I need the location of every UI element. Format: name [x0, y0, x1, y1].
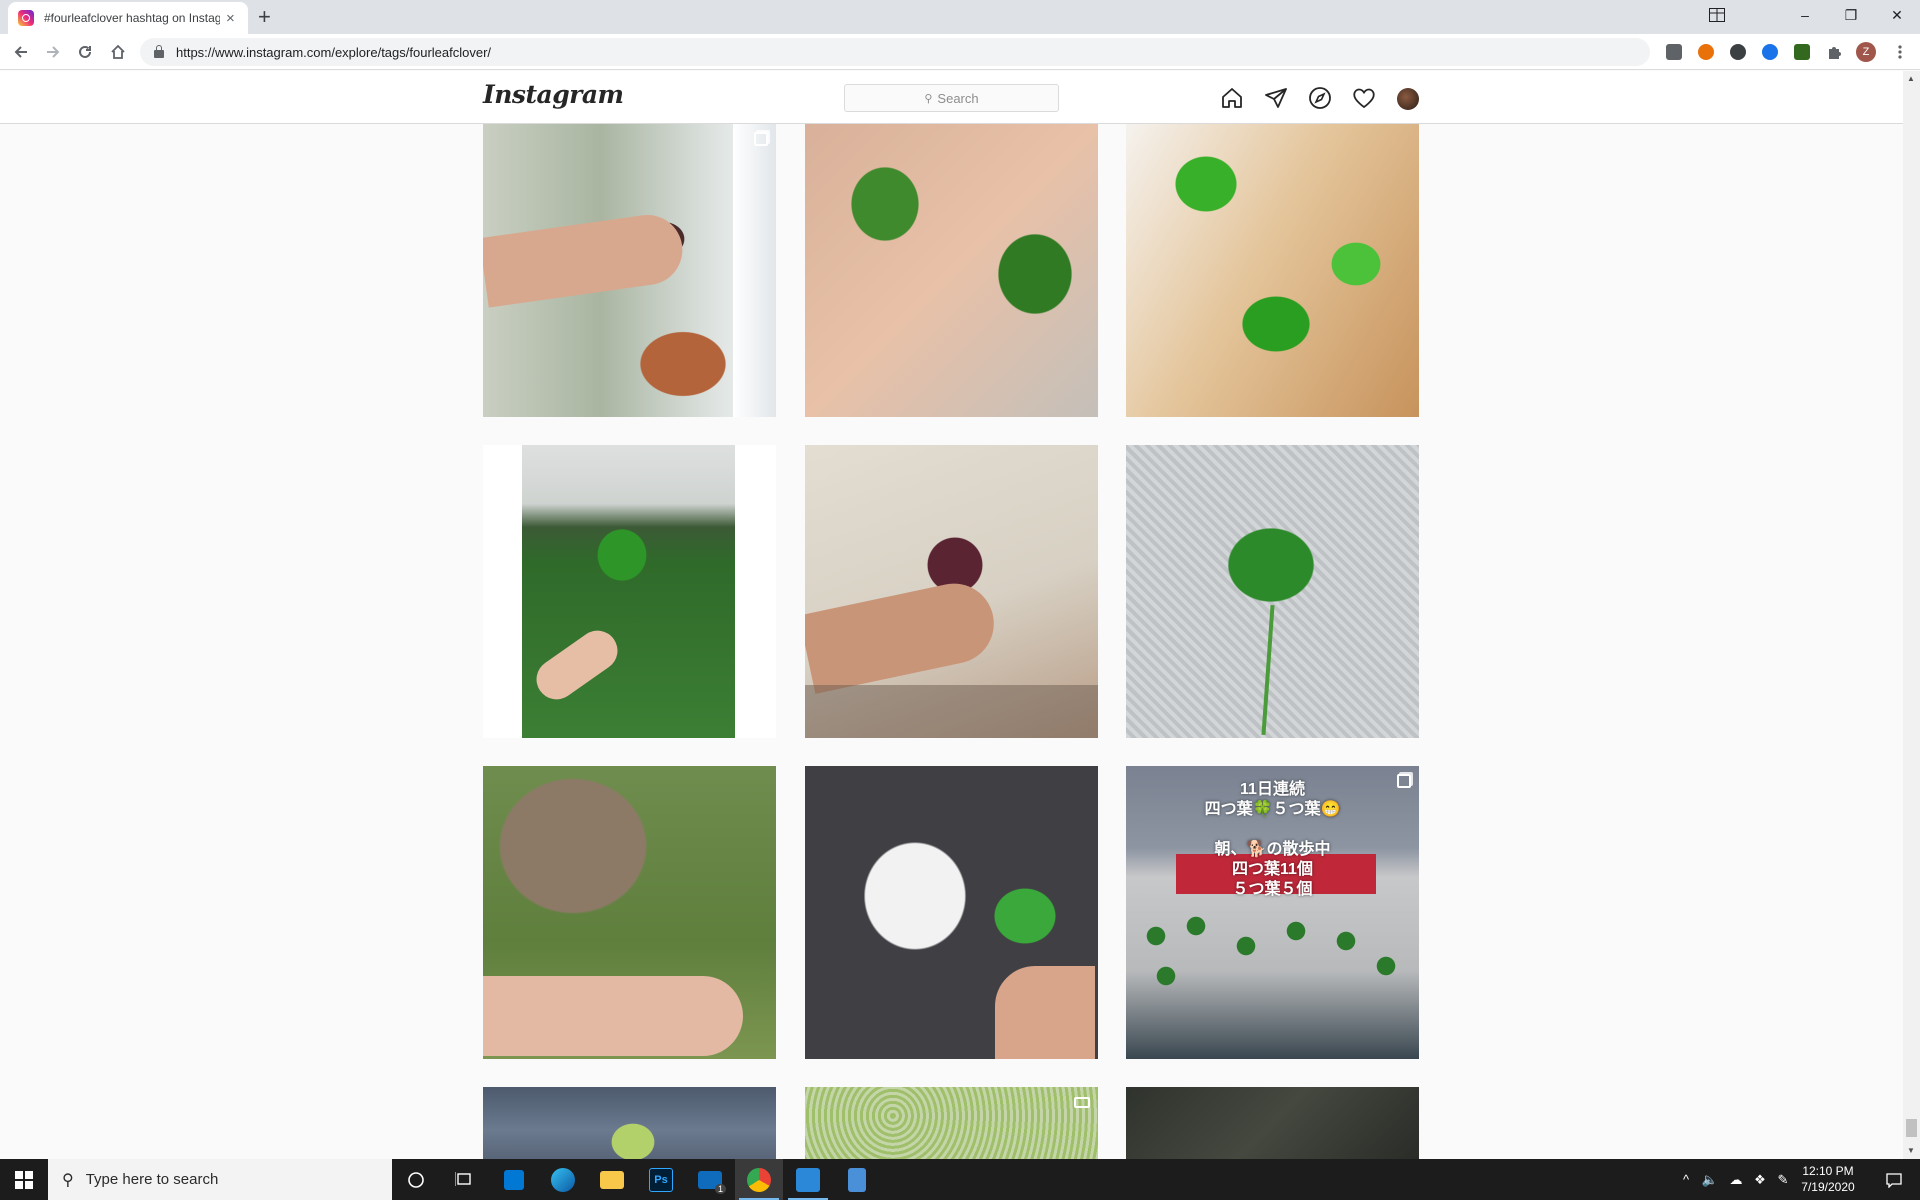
scrollbar-thumb[interactable]: [1906, 1119, 1917, 1137]
clover-field-photo: [522, 445, 735, 738]
taskbar-clock[interactable]: 12:10 PM 7/19/2020: [1788, 1163, 1868, 1195]
browser-tab-strip: #fourleafclover hashtag on Instag × + – …: [0, 0, 1920, 34]
post-tile[interactable]: 11日連続 四つ葉🍀５つ葉😁 朝、🐕の散歩中 四つ葉11個 ５つ葉５個: [1126, 766, 1419, 1059]
browser-toolbar: https://www.instagram.com/explore/tags/f…: [0, 34, 1920, 70]
activity-heart-icon[interactable]: [1351, 85, 1377, 111]
minimize-button[interactable]: –: [1782, 0, 1828, 30]
post-tile[interactable]: [483, 1087, 776, 1159]
windows-taskbar: ⚲ Type here to search Ps 1 ^ 🔈 ☁ ❖ ✎ 12:…: [0, 1159, 1920, 1200]
hand-shape: [995, 966, 1095, 1059]
post-tile[interactable]: [483, 124, 776, 417]
overlay-line: 朝、🐕の散歩中: [1214, 841, 1331, 858]
extensions-puzzle-icon[interactable]: [1826, 44, 1842, 60]
instagram-header: Instagram ⚲ Search: [0, 71, 1903, 124]
extension-g-icon[interactable]: [1666, 44, 1682, 60]
video-icon: [1074, 1097, 1090, 1108]
mail-badge: 1: [714, 1184, 726, 1194]
post-tile[interactable]: [483, 445, 776, 738]
direct-icon[interactable]: [1263, 85, 1289, 111]
close-window-button[interactable]: ✕: [1874, 0, 1920, 30]
hand-shape: [528, 622, 626, 708]
carousel-icon: [1397, 774, 1411, 788]
search-icon: ⚲: [62, 1171, 74, 1189]
clock-date: 7/19/2020: [1801, 1180, 1855, 1194]
scroll-up-icon[interactable]: ▲: [1907, 74, 1915, 83]
post-tile[interactable]: [483, 766, 776, 1059]
onedrive-icon[interactable]: ☁: [1724, 1159, 1748, 1200]
extension-green-icon[interactable]: [1794, 44, 1810, 60]
calculator-icon[interactable]: [833, 1159, 881, 1200]
extension-blue-icon[interactable]: [1762, 44, 1778, 60]
home-icon[interactable]: [1219, 85, 1245, 111]
edge-icon[interactable]: [539, 1159, 587, 1200]
tab-search-icon[interactable]: [1694, 0, 1740, 30]
post-tile[interactable]: [1126, 124, 1419, 417]
volume-icon[interactable]: 🔈: [1698, 1159, 1722, 1200]
extension-orange-icon[interactable]: [1698, 44, 1714, 60]
taskbar-search-placeholder: Type here to search: [85, 1171, 219, 1188]
mail-icon[interactable]: 1: [686, 1159, 734, 1200]
notification-center-icon[interactable]: [1876, 1159, 1912, 1200]
post-tile[interactable]: [805, 1087, 1098, 1159]
scroll-down-icon[interactable]: ▼: [1907, 1146, 1915, 1155]
hand-shape: [805, 576, 1002, 694]
tab-title: #fourleafclover hashtag on Instag: [44, 11, 220, 25]
lock-icon: [154, 45, 164, 58]
store-icon[interactable]: [490, 1159, 538, 1200]
window-frame: [733, 124, 776, 417]
taskbar-search-box[interactable]: ⚲ Type here to search: [48, 1159, 392, 1200]
dropbox-icon[interactable]: ❖: [1748, 1159, 1772, 1200]
instagram-favicon-icon: [18, 10, 34, 26]
restore-button[interactable]: ❐: [1828, 0, 1874, 30]
home-button-icon[interactable]: [106, 40, 130, 64]
photoshop-icon[interactable]: Ps: [637, 1159, 685, 1200]
instagram-search-input[interactable]: ⚲ Search: [844, 84, 1059, 112]
overlay-line: 11日連続: [1240, 781, 1305, 798]
back-icon[interactable]: [9, 40, 33, 64]
post-tile[interactable]: [1126, 1087, 1419, 1159]
post-tile[interactable]: [1126, 445, 1419, 738]
new-tab-button[interactable]: +: [258, 4, 271, 30]
windows-start-icon[interactable]: [0, 1159, 48, 1200]
snipping-tool-icon[interactable]: [784, 1159, 832, 1200]
post-tile[interactable]: [805, 766, 1098, 1059]
hand-shape: [483, 976, 743, 1056]
task-view-icon[interactable]: [440, 1159, 488, 1200]
stem-shape: [1261, 605, 1275, 735]
search-placeholder: Search: [937, 90, 979, 106]
carousel-icon: [754, 132, 768, 146]
shadow-shape: [805, 685, 1098, 738]
chrome-profile-avatar[interactable]: Z: [1856, 42, 1876, 62]
chrome-taskbar-icon[interactable]: [735, 1159, 783, 1200]
clovers-shape: [1136, 916, 1406, 986]
search-icon: ⚲: [924, 92, 933, 105]
extension-circle-icon[interactable]: [1730, 44, 1746, 60]
cortana-icon[interactable]: [392, 1159, 440, 1200]
hand-shape: [483, 210, 687, 308]
post-overlay-text: 11日連続 四つ葉🍀５つ葉😁 朝、🐕の散歩中 四つ葉11個 ５つ葉５個: [1126, 780, 1419, 900]
tab-close-icon[interactable]: ×: [226, 10, 235, 27]
show-hidden-icons-icon[interactable]: ^: [1676, 1159, 1696, 1200]
post-tile[interactable]: [805, 124, 1098, 417]
overlay-line-blank: [1126, 820, 1419, 840]
url-text: https://www.instagram.com/explore/tags/f…: [176, 44, 492, 60]
page-scrollbar[interactable]: ▲ ▼: [1903, 71, 1920, 1159]
overlay-line: 四つ葉11個: [1232, 861, 1313, 878]
overlay-line: 四つ葉🍀５つ葉😁: [1204, 801, 1341, 818]
hashtag-post-grid: 11日連続 四つ葉🍀５つ葉😁 朝、🐕の散歩中 四つ葉11個 ５つ葉５個: [0, 124, 1903, 1159]
chrome-menu-icon[interactable]: [1888, 40, 1912, 64]
profile-avatar[interactable]: [1397, 88, 1419, 110]
forward-icon[interactable]: [41, 40, 65, 64]
clock-time: 12:10 PM: [1802, 1164, 1854, 1178]
post-tile[interactable]: [805, 445, 1098, 738]
overlay-line: ５つ葉５個: [1232, 881, 1313, 898]
reload-icon[interactable]: [73, 40, 97, 64]
explore-icon[interactable]: [1307, 85, 1333, 111]
instagram-logo[interactable]: Instagram: [483, 80, 624, 109]
address-bar[interactable]: https://www.instagram.com/explore/tags/f…: [140, 38, 1650, 66]
file-explorer-icon[interactable]: [588, 1159, 636, 1200]
browser-tab[interactable]: #fourleafclover hashtag on Instag ×: [8, 2, 248, 34]
